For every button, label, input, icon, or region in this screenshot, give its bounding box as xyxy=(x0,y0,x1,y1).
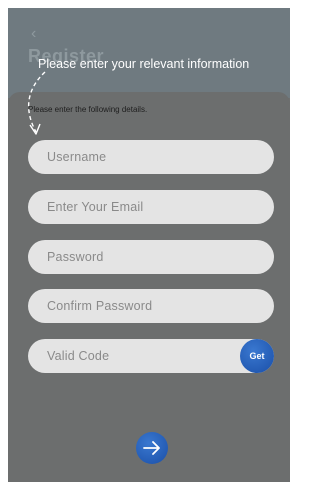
valid-code-placeholder: Valid Code xyxy=(47,349,110,363)
hint-arrow-icon xyxy=(28,71,46,135)
email-field[interactable]: Enter Your Email xyxy=(28,190,274,224)
password-field[interactable]: Password xyxy=(28,240,274,274)
email-placeholder: Enter Your Email xyxy=(47,200,144,214)
arrow-right-icon xyxy=(143,441,160,455)
register-screen: ‹ Register Please enter the following de… xyxy=(8,8,290,482)
next-button[interactable] xyxy=(136,432,168,464)
password-placeholder: Password xyxy=(47,250,104,264)
valid-code-field[interactable]: Valid Code xyxy=(28,339,274,373)
get-code-button[interactable]: Get xyxy=(240,339,274,373)
confirm-password-placeholder: Confirm Password xyxy=(47,299,153,313)
get-code-label: Get xyxy=(249,351,265,361)
confirm-password-field[interactable]: Confirm Password xyxy=(28,289,274,323)
